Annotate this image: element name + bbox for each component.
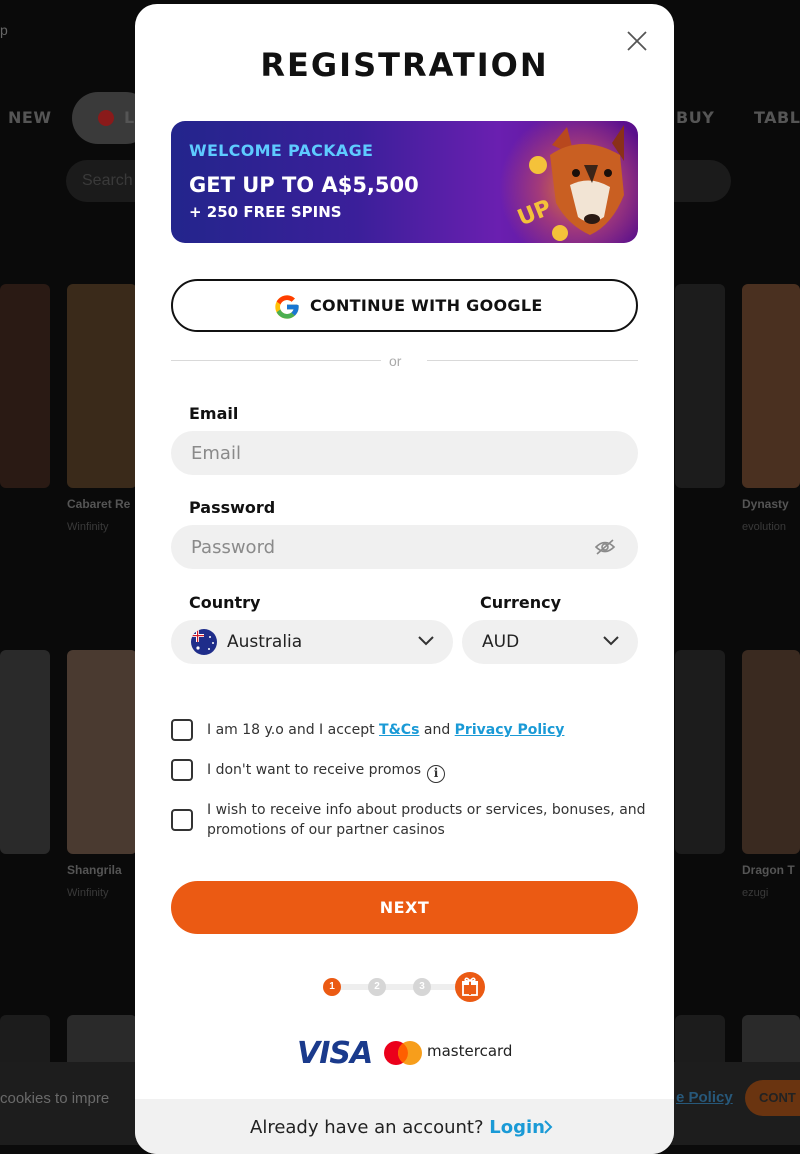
game-card — [675, 284, 725, 488]
currency-label: Currency — [480, 593, 562, 612]
game-provider: Winfinity — [67, 887, 109, 899]
game-provider: ezugi — [742, 887, 769, 899]
currency-select[interactable]: AUD — [462, 620, 638, 664]
tab-new: NEW — [8, 108, 52, 127]
page-title: REGISTRATION — [260, 46, 549, 84]
country-label: Country — [189, 593, 261, 612]
tab-table: TABL — [754, 108, 800, 127]
step-progress: 1 2 3 — [321, 972, 491, 1002]
background-logo: p — [0, 22, 8, 38]
game-title: Shangrila — [67, 863, 122, 877]
visa-logo: VISA — [297, 1036, 373, 1071]
privacy-policy-link[interactable]: Privacy Policy — [455, 722, 565, 738]
game-title: Dragon T — [742, 863, 795, 877]
partner-info-checkbox[interactable] — [171, 809, 193, 831]
game-card — [67, 650, 137, 854]
game-card — [675, 650, 725, 854]
tcs-link[interactable]: T&Cs — [379, 722, 419, 738]
chevron-down-icon — [418, 636, 434, 646]
mastercard-label: mastercard — [427, 1042, 513, 1060]
step-3: 3 — [413, 978, 431, 996]
step-2: 2 — [368, 978, 386, 996]
divider-right — [427, 360, 638, 361]
australia-flag-icon — [191, 629, 217, 655]
partner-info-text: I wish to receive info about products or… — [207, 802, 646, 838]
country-select[interactable]: Australia — [171, 620, 453, 664]
registration-modal: REGISTRATION WELCOME PACKAGE GET UP TO A… — [135, 4, 674, 1154]
chevron-down-icon — [603, 636, 619, 646]
country-value: Australia — [227, 632, 303, 652]
no-promos-checkbox[interactable] — [171, 759, 193, 781]
google-icon — [275, 295, 299, 319]
eye-off-icon[interactable] — [594, 537, 616, 557]
password-placeholder: Password — [191, 537, 276, 558]
step-track — [331, 984, 471, 990]
password-label: Password — [189, 498, 276, 517]
divider-left — [171, 360, 381, 361]
login-link[interactable]: Login — [489, 1117, 545, 1138]
info-icon[interactable]: i — [427, 765, 446, 783]
email-label: Email — [189, 404, 239, 423]
email-placeholder: Email — [191, 443, 241, 464]
welcome-banner: WELCOME PACKAGE GET UP TO A$5,500 + 250 … — [171, 121, 638, 243]
terms-checkbox[interactable] — [171, 719, 193, 741]
no-promos-text: I don't want to receive promos i — [207, 760, 446, 783]
email-field[interactable]: Email — [171, 431, 638, 475]
step-1: 1 — [323, 978, 341, 996]
game-card — [67, 284, 137, 488]
gift-icon — [462, 977, 478, 996]
game-card — [0, 650, 50, 854]
banner-line3: + 250 FREE SPINS — [189, 203, 342, 221]
password-field[interactable]: Password — [171, 525, 638, 569]
live-dot-icon — [98, 110, 114, 126]
game-title: Dynasty — [742, 497, 789, 511]
login-footer: Already have an account? Login — [135, 1099, 674, 1154]
cookie-continue-button: CONT — [745, 1080, 800, 1116]
google-button-label: CONTINUE WITH GOOGLE — [310, 296, 543, 315]
game-provider: Winfinity — [67, 521, 109, 533]
tab-buy: BUY — [676, 108, 715, 127]
currency-value: AUD — [482, 632, 520, 652]
mastercard-icon — [384, 1041, 422, 1065]
cookie-policy-link: e Policy — [676, 1089, 733, 1106]
chevron-right-icon[interactable] — [542, 1119, 554, 1135]
next-button[interactable]: NEXT — [171, 881, 638, 934]
banner-line1: WELCOME PACKAGE — [189, 141, 374, 160]
google-signin-button[interactable]: CONTINUE WITH GOOGLE — [171, 279, 638, 332]
game-card — [0, 284, 50, 488]
gift-step — [455, 972, 485, 1002]
game-title: Cabaret Re — [67, 497, 131, 511]
terms-text: I am 18 y.o and I accept T&Cs and Privac… — [207, 722, 565, 738]
svg-text:UP: UP — [514, 195, 555, 231]
cookie-text: cookies to impre — [0, 1090, 110, 1107]
or-separator: or — [389, 353, 402, 369]
game-provider: evolution — [742, 521, 787, 533]
wolf-mascot-icon: UP — [514, 125, 624, 241]
game-card — [742, 284, 800, 488]
banner-line2: GET UP TO A$5,500 — [189, 173, 419, 197]
game-card — [742, 650, 800, 854]
footer-text: Already have an account? Login — [250, 1117, 545, 1138]
